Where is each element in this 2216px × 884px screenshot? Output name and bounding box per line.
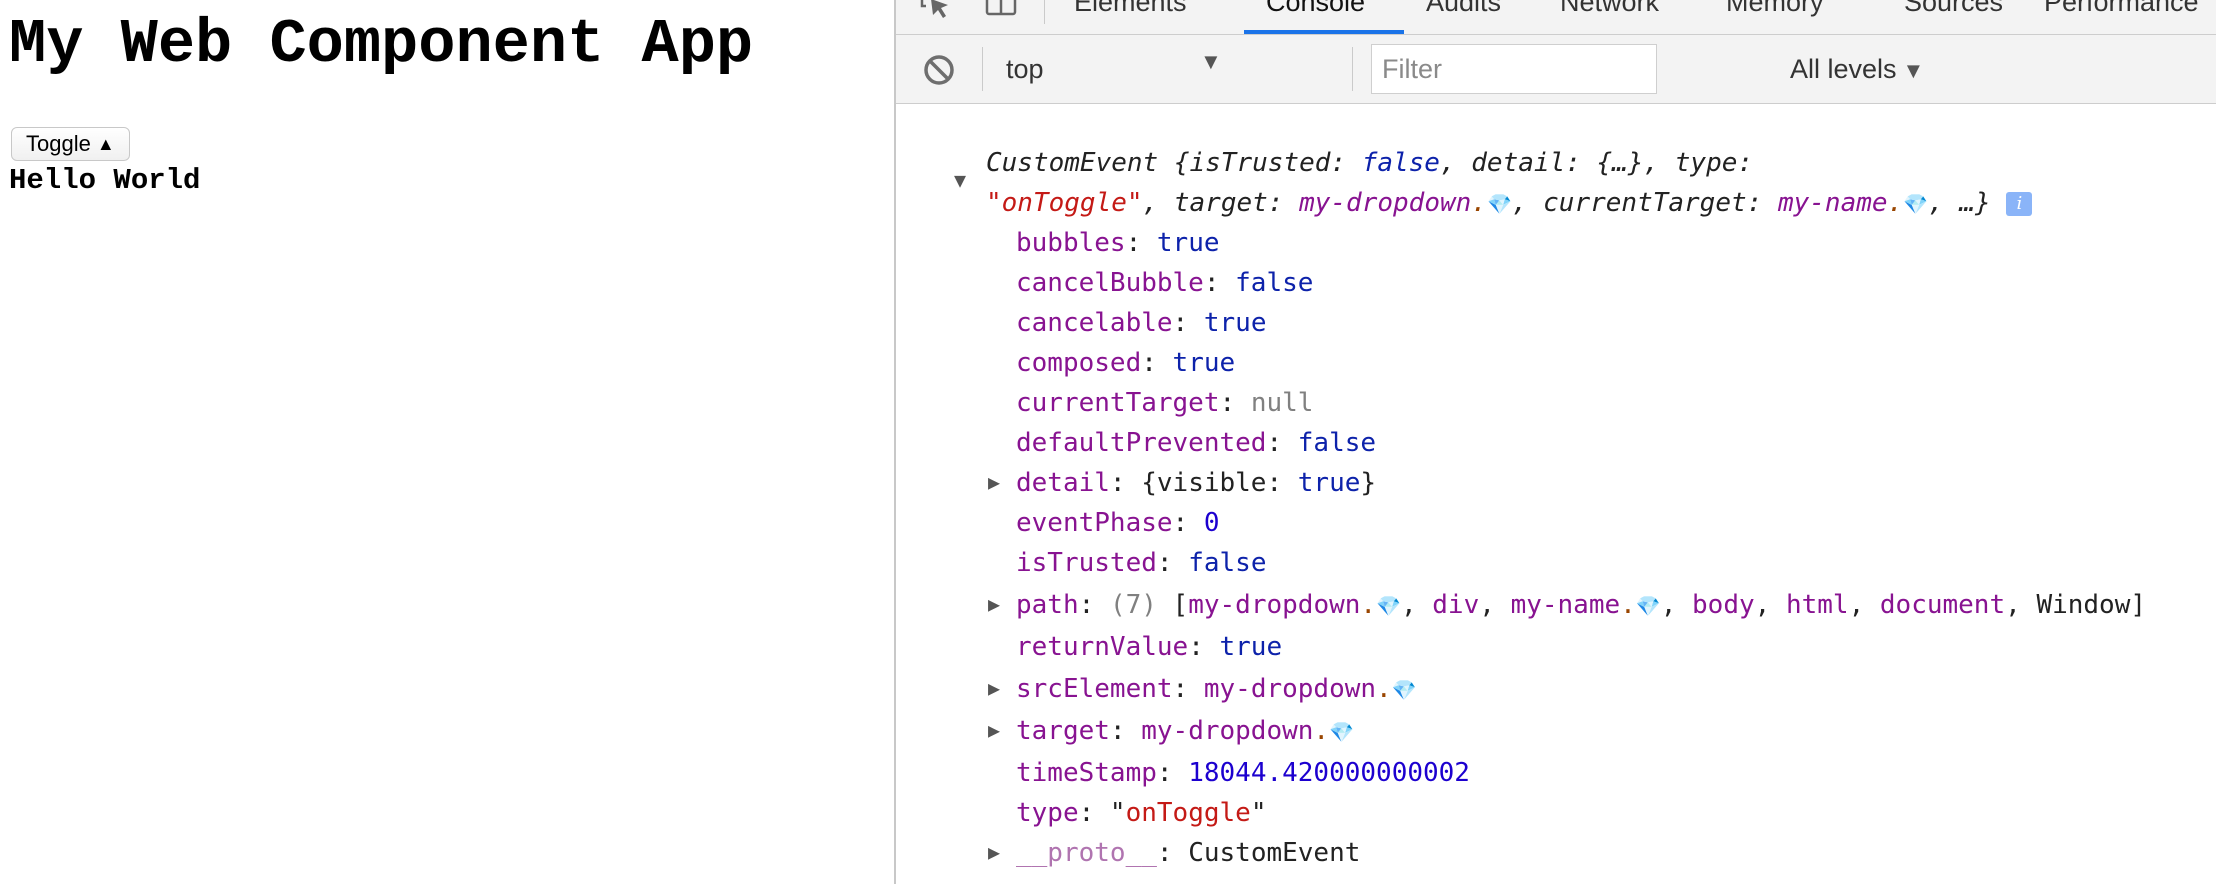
shadow-root-gem-icon: 💎 <box>1329 720 1354 744</box>
dropdown-arrow-icon: ▼ <box>1902 58 1925 83</box>
shadow-root-gem-icon: 💎 <box>1903 192 1929 216</box>
prop-detail[interactable]: detail: {visible: true} <box>1016 466 1376 500</box>
console-output: ▼ CustomEvent {isTrusted: false, detail:… <box>896 104 2216 884</box>
shadow-root-gem-icon: 💎 <box>1376 594 1401 618</box>
triangle-up-icon: ▲ <box>96 133 115 154</box>
prop-defaultprevented: defaultPrevented: false <box>1016 428 1377 458</box>
tab-sources[interactable]: Sources <box>1904 0 2003 34</box>
info-icon[interactable]: i <box>2006 191 2033 216</box>
expand-triangle-icon[interactable]: ▶ <box>988 718 1000 742</box>
expand-triangle-icon[interactable]: ▶ <box>988 592 1000 616</box>
expand-triangle-icon[interactable]: ▶ <box>988 840 1000 864</box>
toolbar-separator <box>982 47 983 91</box>
prop-timestamp: timeStamp: 18044.420000000002 <box>1016 758 1470 788</box>
page-viewport: My Web Component App Toggle ▲ Hello Worl… <box>0 0 894 884</box>
tab-separator <box>1044 0 1045 24</box>
console-toolbar: top ▼ All levels▼ <box>896 35 2216 104</box>
collapse-triangle-icon[interactable]: ▼ <box>954 168 966 192</box>
devtools-tab-bar: Elements Console Audits Network Memory S… <box>896 0 2216 35</box>
prop-returnvalue: returnValue: true <box>1016 632 1283 662</box>
console-object-header-line2[interactable]: "onToggle", target: my-dropdown.💎, curre… <box>986 186 2033 221</box>
prop-eventphase: eventPhase: 0 <box>1016 508 1220 538</box>
shadow-root-gem-icon: 💎 <box>1635 594 1661 618</box>
tab-memory[interactable]: Memory <box>1726 0 1824 34</box>
active-tab-indicator <box>1244 30 1404 34</box>
page-title: My Web Component App <box>9 9 754 80</box>
tab-console[interactable]: Console <box>1266 0 1365 34</box>
log-levels-selector[interactable]: All levels ▼ <box>1790 46 1924 92</box>
log-levels-label: All levels <box>1790 54 1897 84</box>
prop-cancelbubble: cancelBubble: false <box>1016 268 1314 298</box>
device-toolbar-icon[interactable] <box>984 0 1018 20</box>
expand-triangle-icon[interactable]: ▶ <box>988 676 1000 700</box>
shadow-root-gem-icon: 💎 <box>1391 678 1417 702</box>
prop-cancelable: cancelable: true <box>1016 308 1267 338</box>
prop-bubbles: bubbles: true <box>1016 228 1220 258</box>
toggle-button[interactable]: Toggle ▲ <box>11 127 130 161</box>
prop-istrusted: isTrusted: false <box>1016 548 1267 578</box>
prop-currenttarget: currentTarget: null <box>1016 388 1314 418</box>
prop-proto[interactable]: __proto__: CustomEvent <box>1016 836 1360 870</box>
tab-performance[interactable]: Performance <box>2044 0 2199 34</box>
prop-type: type: "onToggle" <box>1016 798 1267 828</box>
console-object-header[interactable]: CustomEvent {isTrusted: false, detail: {… <box>986 146 1753 180</box>
inspect-cursor-icon[interactable] <box>918 0 952 20</box>
clear-console-icon[interactable] <box>922 53 956 87</box>
expand-triangle-icon[interactable]: ▶ <box>988 470 1000 494</box>
prop-target[interactable]: target: my-dropdown.💎 <box>1016 714 1354 749</box>
prop-composed: composed: true <box>1016 348 1236 378</box>
filter-input[interactable] <box>1371 44 1657 94</box>
prop-path[interactable]: path: (7) [my-dropdown.💎, div, my-name.💎… <box>1016 588 2146 623</box>
toggle-button-label: Toggle <box>26 131 91 156</box>
tab-audits[interactable]: Audits <box>1426 0 1501 34</box>
tab-network[interactable]: Network <box>1560 0 1659 34</box>
tab-elements[interactable]: Elements <box>1074 0 1187 34</box>
shadow-root-gem-icon: 💎 <box>1486 192 1512 216</box>
devtools-panel: Elements Console Audits Network Memory S… <box>894 0 2216 884</box>
toolbar-separator <box>1352 47 1353 91</box>
hello-text: Hello World <box>9 164 201 197</box>
prop-srcelement[interactable]: srcElement: my-dropdown.💎 <box>1016 672 1417 707</box>
dropdown-arrow-icon: ▼ <box>1200 49 1222 74</box>
